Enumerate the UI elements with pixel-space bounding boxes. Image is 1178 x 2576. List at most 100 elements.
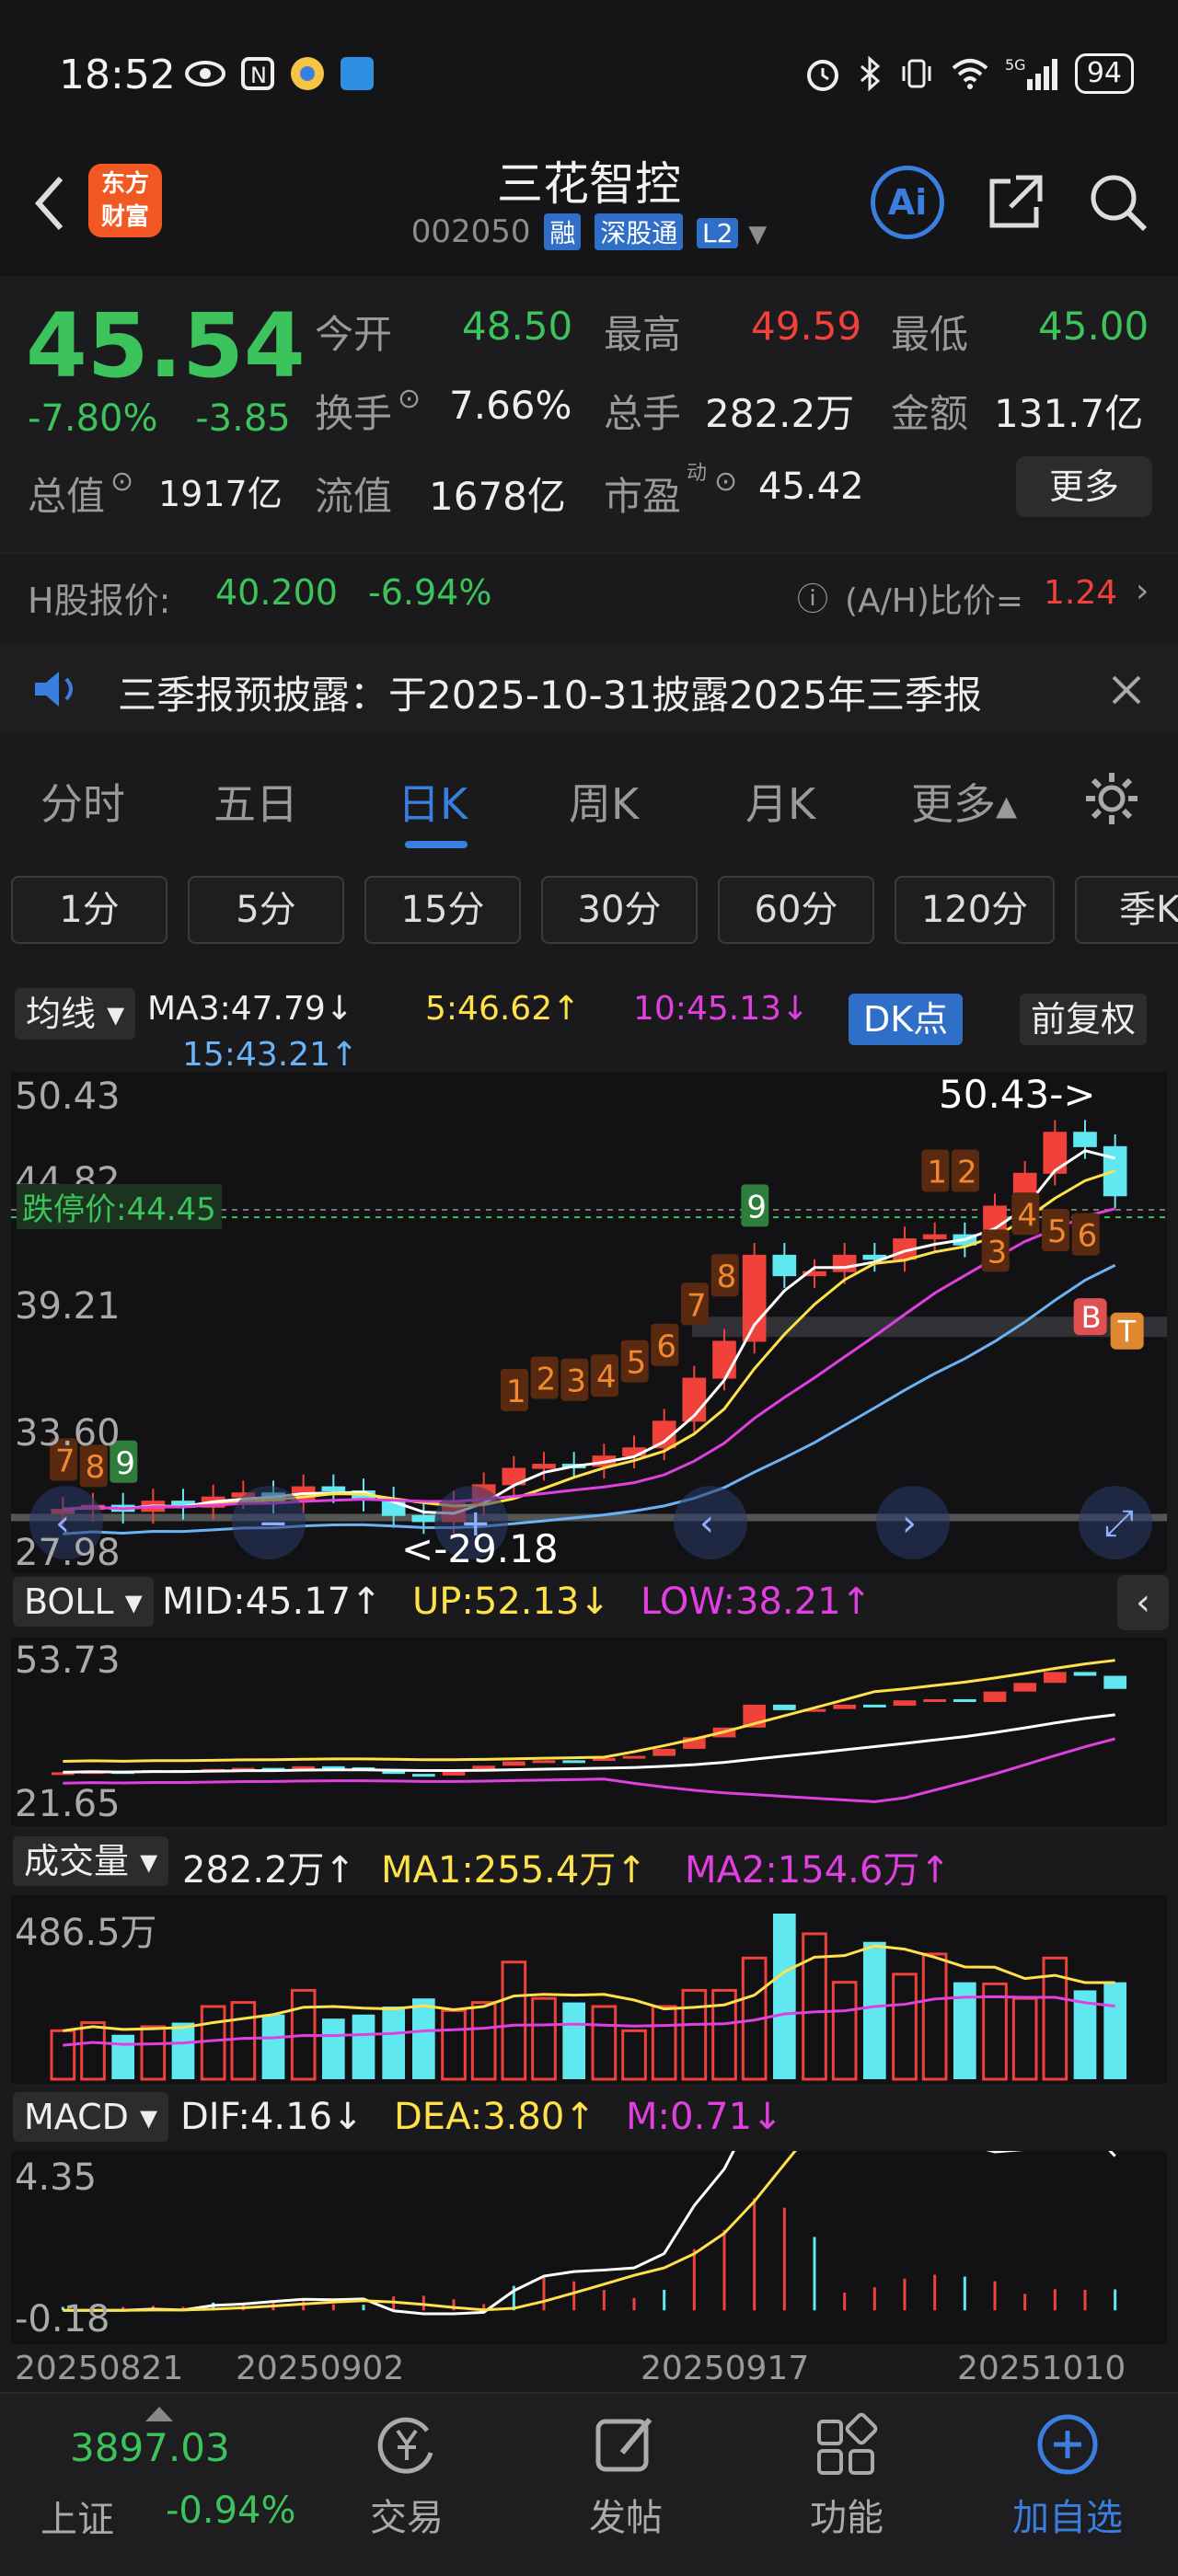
yen-circle-icon (377, 2417, 433, 2474)
candle-body (772, 1254, 797, 1277)
notice-text: 三季报预披露：于2025-10-31披露2025年三季报 (118, 673, 982, 718)
volume-bar-up (80, 2021, 106, 2081)
index-ticker[interactable]: 3897.03 上证 -0.94% (18, 2407, 313, 2554)
boll-panel[interactable]: 53.73 21.65 (11, 1638, 1167, 1826)
tab-five-day[interactable]: 五日 (214, 771, 298, 832)
tab-monthly-k[interactable]: 月K (745, 771, 815, 832)
boll-candle (502, 1761, 525, 1766)
period-120min[interactable]: 120分 (895, 876, 1055, 944)
signal-icon: 5G (1005, 56, 1057, 90)
volume-bar-up (651, 2005, 677, 2081)
nav-add-watchlist[interactable]: 加自选 (985, 2412, 1150, 2541)
tab-more[interactable]: 更多▴ (911, 771, 1017, 832)
boll-candle (893, 1700, 917, 1707)
date-tick: 20250917 (641, 2350, 810, 2387)
date-tick: 20250902 (236, 2350, 405, 2387)
low-label: 最低 (891, 312, 969, 357)
boll-candle (1073, 1672, 1097, 1676)
info-icon[interactable]: ⊙ (110, 466, 133, 498)
notice-bar[interactable]: 三季报预披露：于2025-10-31披露2025年三季报 (0, 642, 1178, 734)
share-icon[interactable] (983, 170, 1047, 235)
index-name: 上证 (40, 2499, 114, 2541)
macd-panel[interactable]: 4.35 -0.18 (11, 2067, 1167, 2344)
connect-tag: 深股通 (595, 213, 684, 250)
wifi-icon (952, 59, 988, 89)
candle-body (742, 1254, 767, 1342)
gear-icon[interactable] (1082, 769, 1141, 828)
tab-weekly-k[interactable]: 周K (569, 771, 639, 832)
amount-value: 131.7亿 (994, 391, 1144, 436)
indicator-selector[interactable]: 均线 ▾ (15, 988, 136, 1040)
boll-candle (953, 1698, 976, 1702)
y-axis-tick: 39.21 (15, 1285, 121, 1328)
nav-functions[interactable]: 功能 (764, 2412, 930, 2541)
boll-candle (1044, 1672, 1067, 1684)
boll-y-max: 53.73 (15, 1639, 121, 1682)
boll-low: LOW:38.21↑ (641, 1581, 872, 1623)
volume-bar-up (531, 1996, 557, 2081)
volume-panel[interactable]: 486.5万 (11, 1895, 1167, 2084)
volume-bar-down (352, 2014, 375, 2079)
chart-control-icon: − (258, 1502, 289, 1545)
more-button[interactable]: 更多 (1016, 456, 1152, 517)
nav-post-label: 发帖 (589, 2497, 663, 2539)
boll-candle (653, 1748, 676, 1756)
period-5min[interactable]: 5分 (188, 876, 344, 944)
chart-tabs: 分时 五日 日K 周K 月K 更多▴ (0, 745, 1178, 856)
volume-ma2: MA2:154.6万↑ (685, 1849, 951, 1892)
macd-legend: MACD ▾ DIF:4.16↓ DEA:3.80↑ M:0.71↓ (0, 2087, 1178, 2151)
high-label: 最高 (604, 312, 682, 357)
nav-add-label: 加自选 (1012, 2497, 1123, 2539)
grid-icon (817, 2412, 878, 2475)
date-tick: 20250821 (15, 2350, 184, 2387)
info-icon[interactable]: ⊙ (714, 466, 737, 498)
collapse-button[interactable]: ‹ (1117, 1575, 1169, 1630)
boll-candle (1013, 1683, 1036, 1692)
nav-post[interactable]: 发帖 (543, 2412, 709, 2541)
volume-y-max: 486.5万 (15, 1912, 157, 1954)
sequence-number: 1 (927, 1155, 947, 1191)
margin-tag: 融 (544, 213, 582, 250)
volume-bar-down (382, 2006, 405, 2079)
macd-svg (61, 2067, 1117, 2316)
speaker-icon (35, 672, 73, 707)
candlestick-chart[interactable]: 7 8 9 1 2 3 4 5 6 7 8 9 1 2 3 4 5 6 B T ‹ − + ‹ › ⤢ 50.43 44.82 3… (11, 1072, 1167, 1574)
search-icon[interactable] (1086, 170, 1150, 235)
tab-intraday[interactable]: 分时 (40, 771, 125, 832)
candle-body (532, 1464, 556, 1469)
volume-bar-up (230, 2001, 257, 2081)
info-icon[interactable]: ⊙ (398, 383, 421, 415)
period-15min[interactable]: 15分 (364, 876, 521, 944)
ai-button[interactable]: Ai (871, 166, 944, 239)
volume-bar-down (171, 2022, 195, 2079)
dk-point-button[interactable]: DK点 (849, 994, 964, 1045)
boll-up: UP:52.13↓ (412, 1581, 610, 1623)
status-bar: 18:52 N 5G 94 (0, 0, 1178, 156)
system-icons: 5G 94 (804, 53, 1134, 94)
macd-selector[interactable]: MACD ▾ (13, 2092, 169, 2142)
volume-bar-up (200, 2005, 226, 2081)
help-icon[interactable]: ⓘ (797, 574, 828, 619)
boll-selector[interactable]: BOLL ▾ (13, 1577, 154, 1627)
limit-down-label: 跌停价:44.45 (17, 1184, 222, 1229)
ocean-app-icon (341, 57, 374, 90)
ah-ratio-value: 1.24 (1044, 574, 1118, 612)
close-icon[interactable] (1108, 672, 1145, 708)
adjust-button[interactable]: 前复权 (1020, 994, 1148, 1045)
volume-bar-up (1011, 1996, 1038, 2081)
candle-body (832, 1254, 857, 1272)
price-change: -7.80% -3.85 (28, 397, 291, 440)
h-share-row[interactable]: H股报价: 40.200 -6.94% ⓘ (A/H)比价= 1.24 › (0, 552, 1178, 635)
volume-ma1: MA1:255.4万↑ (381, 1849, 647, 1892)
ma3-value: MA3:47.79↓ (147, 990, 353, 1028)
nav-trade[interactable]: 交易 (324, 2412, 490, 2541)
period-1min[interactable]: 1分 (11, 876, 167, 944)
period-quarter[interactable]: 季K (1075, 876, 1178, 944)
volume-bar-down (261, 2014, 285, 2079)
index-value: 3897.03 (70, 2425, 230, 2470)
period-30min[interactable]: 30分 (541, 876, 698, 944)
period-60min[interactable]: 60分 (718, 876, 874, 944)
tab-daily-k[interactable]: 日K (398, 771, 468, 832)
nav-functions-label: 功能 (810, 2497, 884, 2539)
volume-selector[interactable]: 成交量 ▾ (13, 1836, 169, 1886)
